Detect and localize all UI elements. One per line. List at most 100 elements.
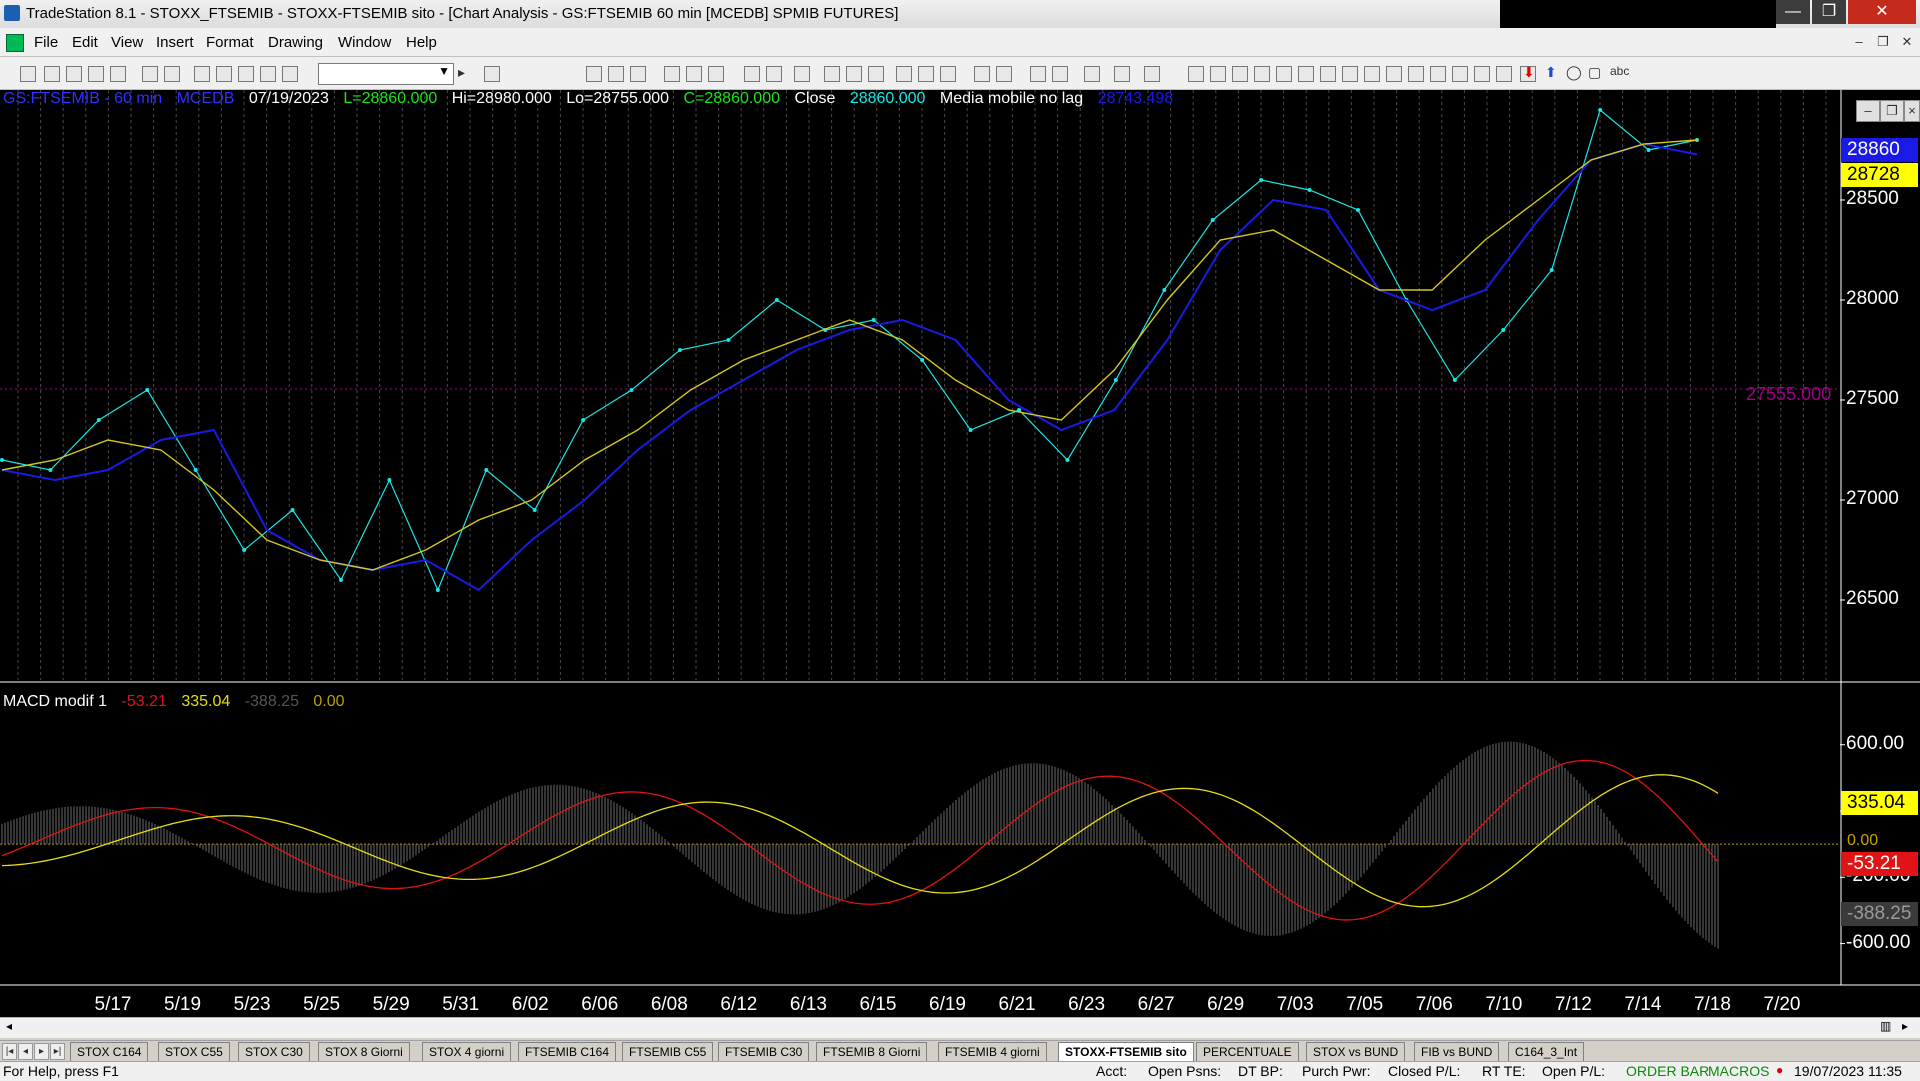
new-icon[interactable] — [20, 66, 36, 82]
horizontal-lines-icon[interactable] — [1232, 66, 1248, 82]
tab-stox-c30[interactable]: STOX C30 — [238, 1042, 310, 1062]
gann-icon[interactable] — [1364, 66, 1380, 82]
scroll-icon[interactable] — [824, 66, 840, 82]
tab-stox-8-giorni[interactable]: STOX 8 Giorni — [318, 1042, 410, 1062]
insert-analysis-icon[interactable] — [1114, 66, 1130, 82]
tab-ftsemib-4-giorni[interactable]: FTSEMIB 4 giorni — [938, 1042, 1047, 1062]
speed-lines-icon[interactable] — [1452, 66, 1468, 82]
mdi-restore-button[interactable]: ❐ — [1872, 32, 1894, 52]
down-arrow-icon[interactable]: ⬇ — [1523, 64, 1535, 81]
retracement-icon[interactable] — [1320, 66, 1336, 82]
menu-format[interactable]: Format — [206, 34, 254, 51]
chevron-down-icon[interactable]: ▼ — [438, 64, 450, 78]
vertical-lines-icon[interactable] — [1210, 66, 1226, 82]
mdi-minimize-button[interactable]: – — [1848, 32, 1870, 52]
scroll-right-icon[interactable]: ▸ — [1902, 1019, 1908, 1033]
print-icon[interactable] — [142, 66, 158, 82]
menu-insert[interactable]: Insert — [156, 34, 194, 51]
disabled-icon[interactable] — [1144, 66, 1160, 82]
scroll-left-icon[interactable]: ◂ — [6, 1019, 12, 1033]
tab-next-icon[interactable]: ▸ — [34, 1043, 49, 1060]
tools-icon[interactable] — [1084, 66, 1100, 82]
quote-icon[interactable] — [794, 66, 810, 82]
copy-icon[interactable] — [194, 66, 210, 82]
trendline-icon[interactable] — [1188, 66, 1204, 82]
symbol-combobox[interactable]: ▼ — [318, 63, 454, 85]
key-icon[interactable] — [260, 66, 276, 82]
minimize-window-button[interactable]: — — [1776, 0, 1810, 24]
menu-window[interactable]: Window — [338, 34, 391, 51]
rectangle-icon[interactable]: ▢ — [1588, 64, 1601, 81]
maximize-window-button[interactable]: ❐ — [1812, 0, 1846, 24]
macros-button[interactable]: MACROS — [1708, 1063, 1769, 1079]
hotlist-icon[interactable] — [708, 66, 724, 82]
order-bar-button[interactable]: ORDER BAR — [1626, 1063, 1709, 1079]
expand-icon[interactable] — [918, 66, 934, 82]
new-workspace-icon[interactable] — [88, 66, 104, 82]
chart-restore-button[interactable]: ❐ — [1880, 100, 1904, 122]
menu-drawing[interactable]: Drawing — [268, 34, 323, 51]
compress-icon[interactable] — [940, 66, 956, 82]
paste-icon[interactable] — [216, 66, 232, 82]
go-arrow-icon[interactable]: ▸ — [458, 64, 465, 81]
tab-first-icon[interactable]: |◂ — [2, 1043, 17, 1060]
menu-help[interactable]: Help — [406, 34, 437, 51]
green-chart-icon[interactable] — [846, 66, 862, 82]
news-icon[interactable] — [744, 66, 760, 82]
menu-edit[interactable]: Edit — [72, 34, 98, 51]
globe-icon[interactable] — [282, 66, 298, 82]
arc-icon[interactable] — [1474, 66, 1490, 82]
fan-icon[interactable] — [1276, 66, 1292, 82]
chart-icon[interactable] — [586, 66, 602, 82]
print-preview-icon[interactable] — [164, 66, 180, 82]
tab-stox-vs-bund[interactable]: STOX vs BUND — [1306, 1042, 1406, 1062]
tab-stox-4-giorni[interactable]: STOX 4 giorni — [422, 1042, 512, 1062]
tab-last-icon[interactable]: ▸| — [50, 1043, 65, 1060]
pointer-icon[interactable] — [1030, 66, 1046, 82]
search-icon[interactable] — [484, 66, 500, 82]
save-icon[interactable] — [110, 66, 126, 82]
freehand-icon[interactable] — [1496, 66, 1512, 82]
channel-icon[interactable] — [1254, 66, 1270, 82]
zoom-out-icon[interactable] — [996, 66, 1012, 82]
parallel-lines-icon[interactable] — [1408, 66, 1424, 82]
scanner-icon[interactable] — [686, 66, 702, 82]
close-window-button[interactable]: ✕ — [1848, 0, 1916, 24]
optionstation-icon[interactable] — [664, 66, 680, 82]
scroll-thumb-icon[interactable]: ▥ — [1880, 1019, 1891, 1033]
regression-icon[interactable] — [1430, 66, 1446, 82]
timesales-icon[interactable] — [868, 66, 884, 82]
chart-canvas[interactable] — [0, 90, 1920, 1027]
andrews-pitchfork-icon[interactable] — [1386, 66, 1402, 82]
tab-ftsemib-8-giorni[interactable]: FTSEMIB 8 Giorni — [816, 1042, 928, 1062]
menu-file[interactable]: File — [34, 34, 58, 51]
open-icon[interactable] — [44, 66, 60, 82]
matrix-icon[interactable] — [608, 66, 624, 82]
tab-ftsemib-c164[interactable]: FTSEMIB C164 — [518, 1042, 617, 1062]
radarscreen-icon[interactable] — [630, 66, 646, 82]
text-tool-icon[interactable]: abc — [1610, 64, 1629, 78]
time-zones-icon[interactable] — [1342, 66, 1358, 82]
lock-icon[interactable] — [238, 66, 254, 82]
tab-c164-3-int[interactable]: C164_3_Int — [1508, 1042, 1585, 1062]
chart-close-button[interactable]: × — [1904, 100, 1920, 122]
tab-stox-c164[interactable]: STOX C164 — [70, 1042, 149, 1062]
chart-horizontal-scrollbar[interactable]: ◂ ▥ ▸ — [0, 1017, 1920, 1038]
zoom-in-icon[interactable] — [974, 66, 990, 82]
tab-stox-c55[interactable]: STOX C55 — [158, 1042, 230, 1062]
open-workspace-icon[interactable] — [66, 66, 82, 82]
chart-document-icon[interactable] — [6, 34, 24, 52]
tab-percentuale[interactable]: PERCENTUALE — [1196, 1042, 1299, 1062]
ellipse-icon[interactable]: ◯ — [1566, 64, 1582, 81]
tab-fib-vs-bund[interactable]: FIB vs BUND — [1414, 1042, 1500, 1062]
tab-stoxx-ftsemib-sito[interactable]: STOXX-FTSEMIB sito — [1058, 1042, 1194, 1062]
bars-icon[interactable] — [896, 66, 912, 82]
fibonacci-icon[interactable] — [1298, 66, 1314, 82]
menu-view[interactable]: View — [111, 34, 143, 51]
orders-icon[interactable] — [766, 66, 782, 82]
chart-analysis-window[interactable]: GS:FTSEMIB - 60 min MCEDB 07/19/2023 L=2… — [0, 90, 1920, 1027]
chart-minimize-button[interactable]: – — [1856, 100, 1880, 122]
tab-ftsemib-c30[interactable]: FTSEMIB C30 — [718, 1042, 810, 1062]
cursor-data-icon[interactable] — [1052, 66, 1068, 82]
mdi-close-button[interactable]: ✕ — [1896, 32, 1918, 52]
